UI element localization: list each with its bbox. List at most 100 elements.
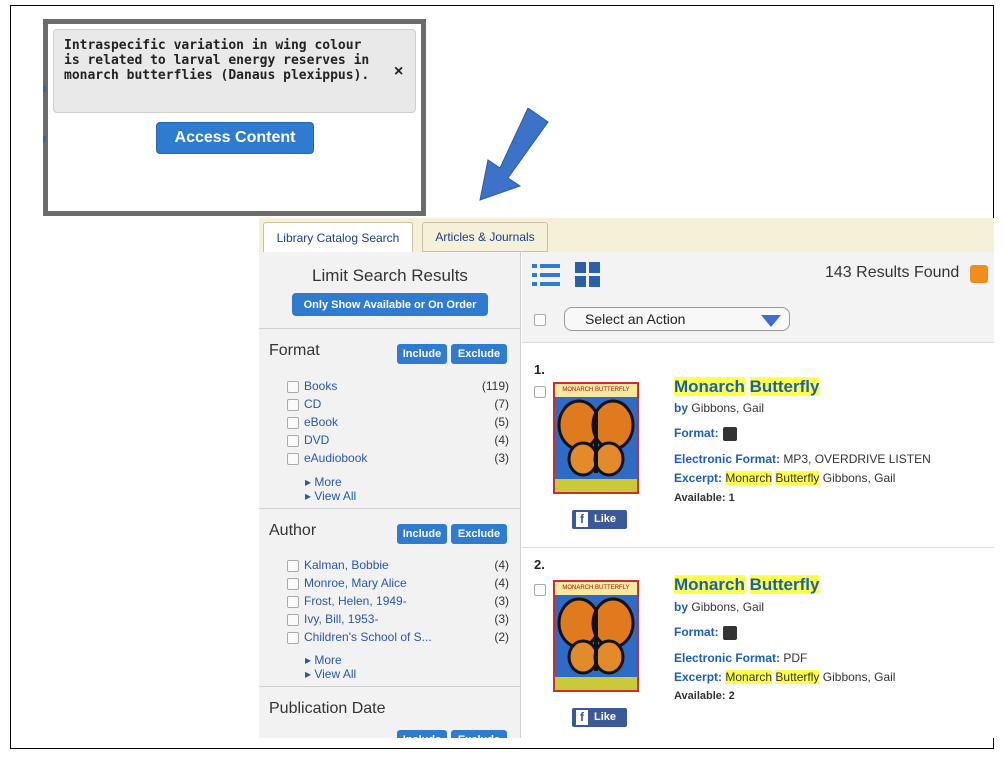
publication-date-heading: Publication Date xyxy=(269,700,386,717)
tab-library-catalog-search[interactable]: Library Catalog Search xyxy=(263,222,413,252)
facet-count: (3) xyxy=(494,612,509,626)
facebook-like-button[interactable]: f Like xyxy=(572,708,627,727)
checkbox[interactable] xyxy=(287,560,299,572)
checkbox[interactable] xyxy=(287,399,299,411)
tab-bar: Library Catalog Search Articles & Journa… xyxy=(259,218,994,252)
checkbox[interactable] xyxy=(287,453,299,465)
tab-articles-journals[interactable]: Articles & Journals xyxy=(422,222,548,252)
facet-count: (4) xyxy=(494,558,509,572)
facet-dvd[interactable]: DVD (4) xyxy=(287,432,517,450)
format-exclude-button[interactable]: Exclude xyxy=(451,344,507,364)
excerpt-label: Excerpt: xyxy=(674,670,723,684)
facet-cd[interactable]: CD (7) xyxy=(287,396,517,414)
title-word: Monarch xyxy=(674,377,745,396)
checkbox[interactable] xyxy=(287,417,299,429)
eformat-value: MP3, OVERDRIVE LISTEN xyxy=(783,452,931,466)
facet-author[interactable]: Children's School of S... (2) xyxy=(287,629,517,647)
list-view-icon[interactable] xyxy=(532,262,562,288)
eformat-value: PDF xyxy=(783,651,808,665)
checkbox[interactable] xyxy=(287,578,299,590)
divider xyxy=(259,328,521,329)
facet-count: (119) xyxy=(481,379,509,393)
pubdate-exclude-button[interactable]: Exclude xyxy=(451,730,507,738)
cover-title: MONARCH BUTTERFLY xyxy=(555,384,637,397)
facet-count: (4) xyxy=(494,576,509,590)
checkbox[interactable] xyxy=(287,614,299,626)
checkbox[interactable] xyxy=(287,632,299,644)
format-label: Format: xyxy=(674,625,719,639)
record-title-link[interactable]: Monarch Butterfly xyxy=(674,377,820,397)
excerpt-label: Excerpt: xyxy=(674,471,723,485)
facet-count: (7) xyxy=(494,397,509,411)
butterfly-icon xyxy=(557,399,635,477)
cover-footer xyxy=(555,677,637,690)
checkbox[interactable] xyxy=(287,435,299,447)
facet-books[interactable]: Books (119) xyxy=(287,378,517,396)
library-catalog: Library Catalog Search Articles & Journa… xyxy=(259,218,994,738)
select-all-checkbox[interactable] xyxy=(534,314,546,326)
record-checkbox[interactable] xyxy=(534,386,546,398)
excerpt-rest: Gibbons, Gail xyxy=(822,670,896,684)
record-availability: Available: 1 xyxy=(674,492,735,504)
rss-icon[interactable] xyxy=(970,265,988,283)
grid-view-icon[interactable] xyxy=(575,262,601,288)
chevron-down-icon xyxy=(761,315,781,327)
facebook-like-button[interactable]: f Like xyxy=(572,510,627,529)
author-more-link[interactable]: ▸ More xyxy=(305,653,342,667)
eformat-label: Electronic Format: xyxy=(674,651,781,665)
facet-count: (3) xyxy=(494,594,509,608)
record-number: 2. xyxy=(534,557,545,572)
like-label: Like xyxy=(594,711,617,723)
author-view-all-link[interactable]: ▸ View All xyxy=(305,667,356,681)
facet-eaudiobook[interactable]: eAudiobook (3) xyxy=(287,450,517,468)
popup-header: Intraspecific variation in wing colour i… xyxy=(53,29,416,113)
like-label: Like xyxy=(594,513,617,525)
title-word: Butterfly xyxy=(749,377,820,396)
edge-mark xyxy=(43,86,46,92)
record-author: by Gibbons, Gail xyxy=(674,401,764,415)
record-format: Format: xyxy=(674,426,737,441)
checkbox[interactable] xyxy=(287,381,299,393)
format-include-button[interactable]: Include xyxy=(397,344,447,364)
pubdate-include-button[interactable]: Include xyxy=(397,730,447,738)
format-label: Format: xyxy=(674,426,719,440)
facet-label: Monroe, Mary Alice xyxy=(304,576,407,590)
format-more-link[interactable]: ▸ More xyxy=(305,475,342,489)
excerpt-rest: Gibbons, Gail xyxy=(822,471,896,485)
author-exclude-button[interactable]: Exclude xyxy=(451,524,507,544)
excerpt-word: Monarch xyxy=(725,670,773,684)
record-title-link[interactable]: Monarch Butterfly xyxy=(674,575,820,595)
facet-label: eAudiobook xyxy=(304,451,368,465)
record-format: Format: xyxy=(674,625,737,640)
facebook-icon: f xyxy=(576,512,588,527)
select-action-dropdown[interactable]: Select an Action xyxy=(564,307,790,331)
record-checkbox[interactable] xyxy=(534,584,546,596)
access-content-button[interactable]: Access Content xyxy=(156,122,314,154)
facet-author[interactable]: Ivy, Bill, 1953- (3) xyxy=(287,611,517,629)
excerpt-word: Butterfly xyxy=(775,471,820,485)
select-action-label: Select an Action xyxy=(585,311,686,327)
by-label: by xyxy=(674,401,689,415)
close-icon[interactable]: × xyxy=(394,63,403,81)
record-electronic-format: Electronic Format: MP3, OVERDRIVE LISTEN xyxy=(674,452,931,466)
popup-title: Intraspecific variation in wing colour i… xyxy=(64,38,370,83)
author-link[interactable]: Gibbons, Gail xyxy=(691,401,764,415)
facet-ebook[interactable]: eBook (5) xyxy=(287,414,517,432)
facet-author[interactable]: Frost, Helen, 1949- (3) xyxy=(287,593,517,611)
edge-mark xyxy=(43,136,46,142)
arrow-icon xyxy=(479,108,549,201)
book-cover-image[interactable]: MONARCH BUTTERFLY xyxy=(553,580,639,692)
facet-author[interactable]: Monroe, Mary Alice (4) xyxy=(287,575,517,593)
cover-title: MONARCH BUTTERFLY xyxy=(555,582,637,595)
results-pane: 143 Results Found Select an Action 1. MO… xyxy=(522,252,994,738)
facet-author[interactable]: Kalman, Bobbie (4) xyxy=(287,557,517,575)
divider xyxy=(522,547,994,548)
show-available-button[interactable]: Only Show Available or On Order xyxy=(292,293,488,316)
excerpt-word: Butterfly xyxy=(775,670,820,684)
author-link[interactable]: Gibbons, Gail xyxy=(691,600,764,614)
record-excerpt: Excerpt: Monarch Butterfly Gibbons, Gail xyxy=(674,670,895,684)
book-cover-image[interactable]: MONARCH BUTTERFLY xyxy=(553,382,639,494)
author-include-button[interactable]: Include xyxy=(397,524,447,544)
checkbox[interactable] xyxy=(287,596,299,608)
format-view-all-link[interactable]: ▸ View All xyxy=(305,489,356,503)
